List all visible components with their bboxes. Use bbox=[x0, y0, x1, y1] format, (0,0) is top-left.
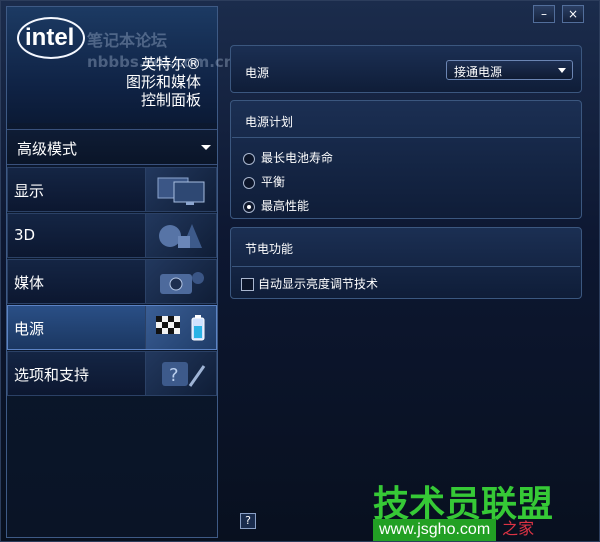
radio-button[interactable] bbox=[243, 176, 255, 189]
sidebar-item-options-support[interactable]: 选项和支持 ? bbox=[7, 351, 217, 396]
mode-dropdown-value: 高级模式 bbox=[17, 140, 78, 158]
chevron-down-icon bbox=[558, 68, 566, 73]
auto-brightness-checkbox[interactable] bbox=[241, 278, 254, 291]
intel-logo-text: intel bbox=[25, 24, 75, 51]
footer-watermark-tail: 之家 bbox=[502, 519, 535, 538]
radio-max-performance[interactable]: 最高性能 bbox=[243, 197, 309, 214]
footer-watermark-url: www.jsgho.com bbox=[373, 519, 497, 541]
intel-graphics-control-panel-window: – × intel 笔记本论坛 nbbbs.zol.com.cn 英特尔® 图形… bbox=[0, 0, 600, 542]
product-title-line-1: 英特尔® bbox=[140, 55, 201, 73]
brand-header: intel 笔记本论坛 nbbbs.zol.com.cn 英特尔® 图形和媒体 … bbox=[7, 7, 235, 123]
product-title: 英特尔® 图形和媒体 控制面板 bbox=[126, 55, 201, 109]
sidebar-nav: 显示 3D 媒体 电源 选项和支持 ? bbox=[7, 167, 217, 397]
power-source-panel: 电源 接通电源 bbox=[230, 45, 582, 93]
help-button[interactable]: ? bbox=[240, 513, 256, 529]
checkbox-label: 自动显示亮度调节技术 bbox=[258, 277, 379, 291]
left-sidebar: intel 笔记本论坛 nbbbs.zol.com.cn 英特尔® 图形和媒体 … bbox=[6, 6, 235, 538]
radio-balanced[interactable]: 平衡 bbox=[243, 173, 285, 190]
radio-label: 最长电池寿命 bbox=[261, 151, 334, 165]
sidebar-item-label: 显示 bbox=[14, 182, 45, 200]
divider bbox=[232, 137, 580, 138]
power-source-label: 电源 bbox=[245, 66, 270, 80]
power-plan-title: 电源计划 bbox=[245, 115, 294, 129]
radio-button[interactable] bbox=[243, 152, 255, 165]
power-source-dropdown[interactable]: 接通电源 bbox=[446, 60, 573, 80]
sidebar-item-media[interactable]: 媒体 bbox=[7, 259, 217, 304]
chevron-down-icon bbox=[201, 145, 211, 150]
sidebar-item-display[interactable]: 显示 bbox=[7, 167, 217, 212]
product-title-line-2: 图形和媒体 bbox=[125, 73, 201, 91]
sidebar-item-power[interactable]: 电源 bbox=[7, 305, 217, 350]
sidebar-item-label: 电源 bbox=[14, 320, 45, 338]
power-plan-panel: 电源计划 最长电池寿命 平衡 最高性能 bbox=[230, 100, 582, 219]
radio-button[interactable] bbox=[243, 200, 255, 213]
sidebar-item-label: 选项和支持 bbox=[14, 366, 90, 384]
product-title-line-3: 控制面板 bbox=[140, 91, 201, 109]
mode-dropdown[interactable]: 高级模式 bbox=[7, 129, 217, 165]
camera-icon bbox=[145, 260, 216, 303]
footer-watermark-site: www.jsgho.com 之家 bbox=[373, 515, 595, 541]
close-button[interactable]: × bbox=[562, 5, 584, 23]
auto-brightness-checkbox-row[interactable]: 自动显示亮度调节技术 bbox=[241, 275, 378, 292]
radio-max-battery-life[interactable]: 最长电池寿命 bbox=[243, 149, 333, 166]
power-flags-icon bbox=[145, 306, 216, 349]
minimize-button[interactable]: – bbox=[533, 5, 555, 23]
monitor-icon bbox=[145, 168, 216, 211]
watermark-title: 笔记本论坛 bbox=[87, 31, 168, 50]
divider bbox=[232, 266, 580, 267]
power-saving-panel: 节电功能 自动显示亮度调节技术 bbox=[230, 227, 582, 299]
sidebar-item-label: 媒体 bbox=[14, 274, 45, 292]
radio-label: 最高性能 bbox=[261, 199, 310, 213]
sidebar-item-label: 3D bbox=[14, 226, 36, 244]
sidebar-item-3d[interactable]: 3D bbox=[7, 213, 217, 258]
help-tools-icon: ? bbox=[145, 352, 216, 395]
power-source-dropdown-value: 接通电源 bbox=[454, 65, 503, 79]
power-saving-title: 节电功能 bbox=[245, 242, 294, 256]
3d-shapes-icon bbox=[145, 214, 216, 257]
radio-label: 平衡 bbox=[261, 175, 286, 189]
svg-text:?: ? bbox=[169, 365, 179, 386]
